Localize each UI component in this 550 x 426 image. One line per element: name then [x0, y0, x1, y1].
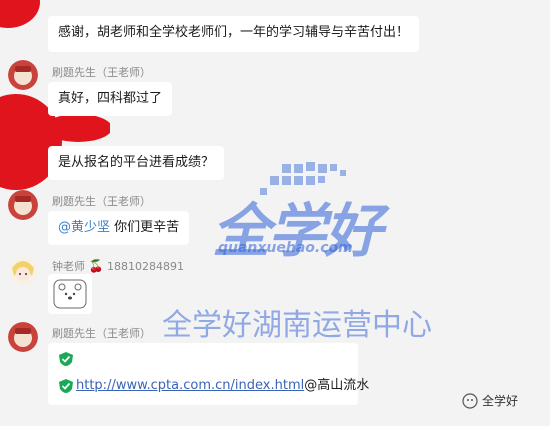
- sender-phone: 18810284891: [106, 260, 184, 273]
- sticker-bubble[interactable]: [48, 274, 92, 314]
- check-shield-icon: [59, 352, 73, 366]
- watermark-domain: quanxuehao.com: [218, 240, 353, 256]
- url-link[interactable]: http://www.cpta.com.cn/index.html: [76, 377, 304, 395]
- bear-sticker-icon: [53, 279, 87, 309]
- sender-name-text: 钟老师: [52, 260, 85, 273]
- avatar[interactable]: [8, 190, 38, 220]
- sender-name: 刷题先生（王老师）: [52, 66, 151, 79]
- wechat-icon: [462, 392, 478, 409]
- cherry-icon: 🍒: [88, 259, 104, 273]
- message-text: 你们更辛苦: [110, 220, 180, 235]
- message-line-2: http://www.cpta.com.cn/index.html @高山流水: [58, 377, 369, 395]
- avatar[interactable]: [8, 322, 38, 352]
- message-bubble: @黄少坚 你们更辛苦: [48, 211, 190, 245]
- avatar[interactable]: [8, 256, 38, 286]
- avatar[interactable]: [8, 60, 38, 90]
- mention-link[interactable]: @黄少坚: [58, 220, 110, 235]
- sender-name: 刷题先生（王老师）: [52, 195, 151, 208]
- sender-name: 刷题先生（王老师）: [52, 327, 151, 340]
- message-text: 真好，四科都过了: [58, 91, 163, 106]
- sender-name: 钟老师 🍒 18810284891: [52, 258, 184, 274]
- message-line-1: [58, 351, 74, 373]
- message-bubble: http://www.cpta.com.cn/index.html @高山流水: [48, 343, 369, 405]
- message-text: 感谢，胡老师和全学校老师们，一年的学习辅导与辛苦付出！: [58, 25, 410, 40]
- watermark-center-text: 全学好湖南运营中心: [162, 308, 432, 343]
- message-bubble: 感谢，胡老师和全学校老师们，一年的学习辅导与辛苦付出！: [48, 16, 420, 52]
- check-shield-icon: [59, 379, 73, 393]
- message-bubble: 是从报名的平台进看成绩？: [48, 146, 225, 180]
- message-bubble: 真好，四科都过了: [48, 82, 173, 116]
- message-text: 是从报名的平台进看成绩？: [58, 155, 215, 170]
- corner-label-text: 全学好: [482, 394, 519, 408]
- corner-label: 全学好: [462, 392, 518, 409]
- message-text: @高山流水: [304, 378, 370, 393]
